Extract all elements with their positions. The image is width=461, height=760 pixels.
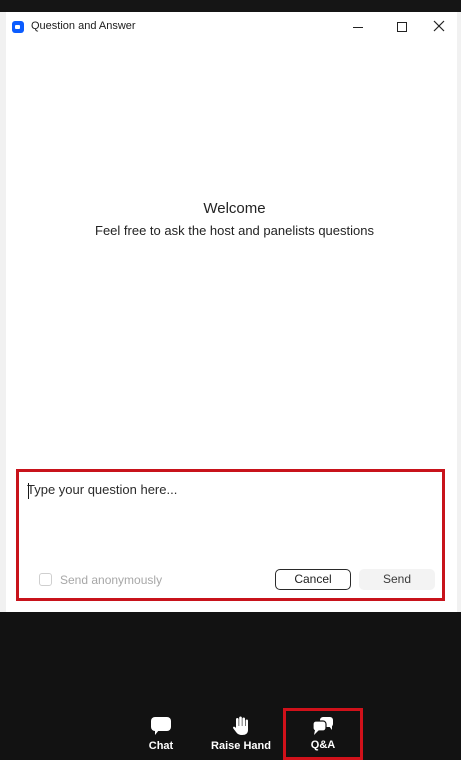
toolbar-raise-hand-button[interactable]: Raise Hand xyxy=(206,716,276,756)
send-anonymously-label[interactable]: Send anonymously xyxy=(60,573,162,587)
question-input[interactable] xyxy=(27,482,432,552)
welcome-heading: Welcome xyxy=(203,200,266,217)
minimize-icon xyxy=(353,27,363,28)
window-title: Question and Answer xyxy=(31,20,136,32)
question-composer: Send anonymously Cancel Send xyxy=(16,469,445,601)
maximize-icon xyxy=(397,22,407,32)
send-button[interactable]: Send xyxy=(359,569,435,590)
minimize-button[interactable] xyxy=(337,12,381,42)
chat-bubble-icon xyxy=(151,717,171,735)
toolbar-chat-label: Chat xyxy=(148,740,174,752)
left-edge xyxy=(0,12,6,612)
cancel-button[interactable]: Cancel xyxy=(275,569,351,590)
title-bar[interactable]: Question and Answer xyxy=(6,12,457,42)
qa-window: Question and Answer Welcome Feel free to… xyxy=(0,0,461,760)
zoom-app-icon xyxy=(12,21,24,33)
qa-bubbles-icon xyxy=(312,717,333,735)
send-anonymously-checkbox[interactable] xyxy=(39,573,52,586)
top-edge xyxy=(0,0,461,12)
close-icon xyxy=(433,20,445,32)
toolbar-chat-button[interactable]: Chat xyxy=(126,716,196,756)
close-button[interactable] xyxy=(419,12,461,42)
welcome-subtitle: Feel free to ask the host and panelists … xyxy=(95,223,374,238)
toolbar-qa-label: Q&A xyxy=(310,739,336,751)
toolbar-qa-button[interactable]: Q&A xyxy=(283,708,363,760)
text-caret xyxy=(28,483,29,499)
right-edge xyxy=(457,12,461,612)
toolbar-raise-hand-label: Raise Hand xyxy=(211,740,271,752)
meeting-toolbar: Chat Raise Hand Q&A xyxy=(0,612,461,760)
raise-hand-icon xyxy=(233,716,248,735)
